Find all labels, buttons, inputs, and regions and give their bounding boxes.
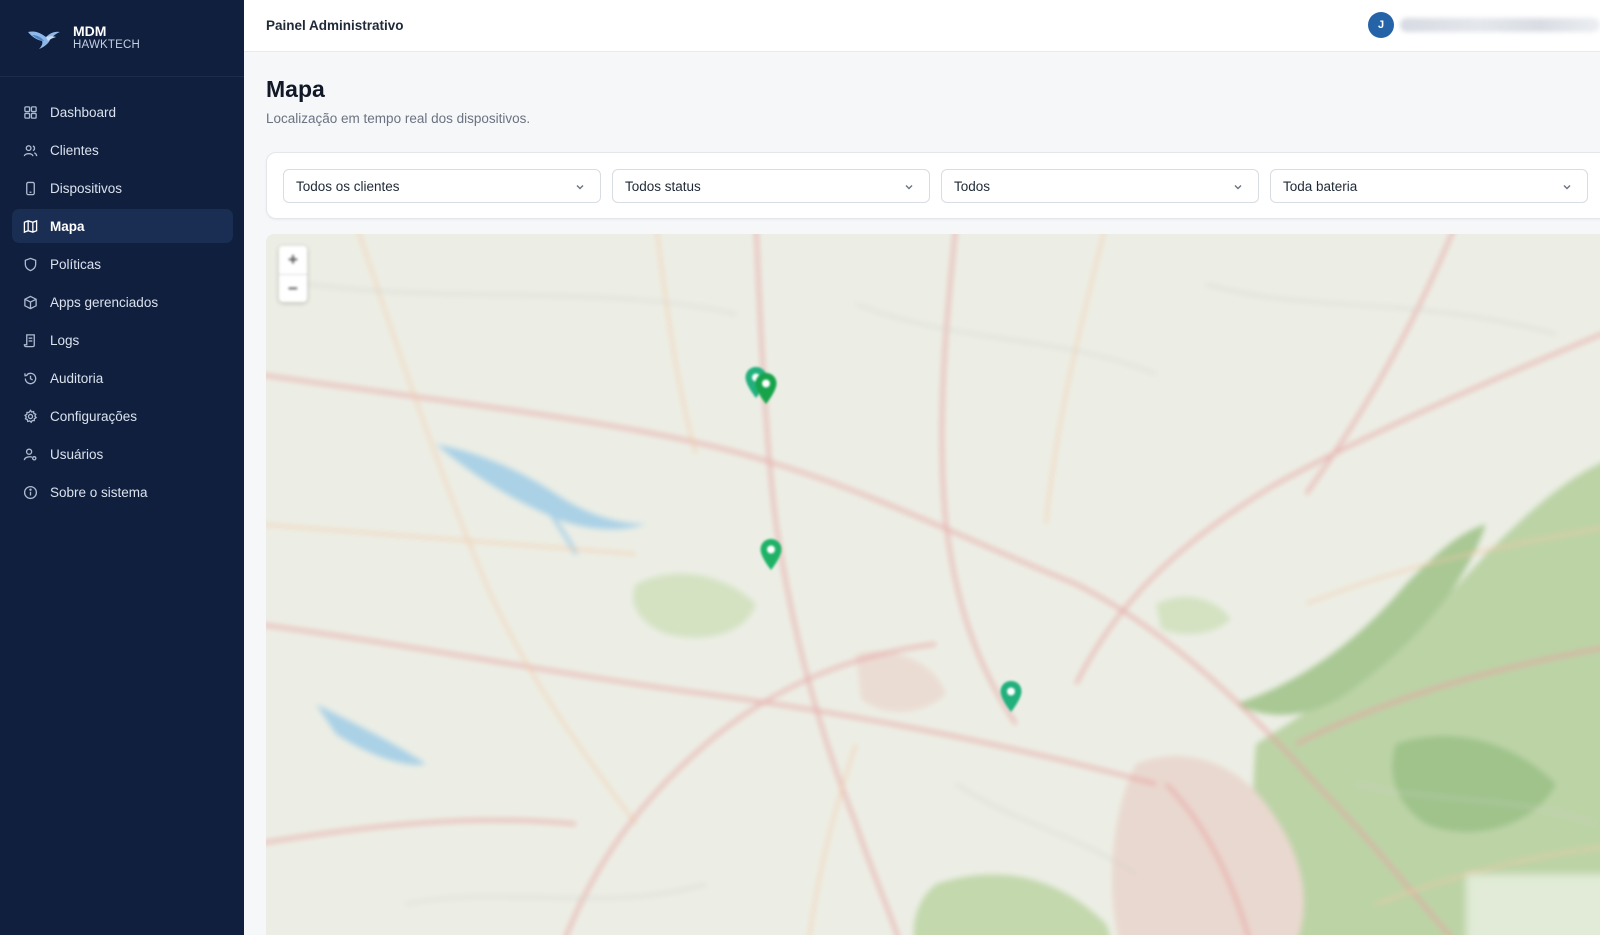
users-icon bbox=[23, 143, 38, 158]
sidebar-item-label: Usuários bbox=[50, 446, 104, 462]
device-marker-3[interactable] bbox=[759, 538, 783, 572]
sidebar-item-usuarios[interactable]: Usuários bbox=[12, 437, 233, 471]
scroll-icon bbox=[23, 333, 38, 348]
map-icon bbox=[23, 219, 38, 234]
sidebar-item-apps-gerenciados[interactable]: Apps gerenciados bbox=[12, 285, 233, 319]
shield-icon bbox=[23, 257, 38, 272]
brand[interactable]: MDM HAWKTECH bbox=[0, 0, 244, 77]
device-map[interactable]: + − bbox=[266, 234, 1600, 935]
type-filter-value: Todos bbox=[954, 178, 991, 194]
zoom-in-button[interactable]: + bbox=[279, 246, 307, 274]
brand-title: MDM bbox=[73, 23, 107, 40]
chevron-down-icon bbox=[1232, 181, 1244, 193]
info-icon bbox=[23, 485, 38, 500]
sidebar-nav: Dashboard Clientes Dispositivos Mapa Pol… bbox=[0, 77, 244, 509]
client-filter-value: Todos os clientes bbox=[296, 178, 400, 194]
sidebar-item-logs[interactable]: Logs bbox=[12, 323, 233, 357]
sidebar-item-label: Apps gerenciados bbox=[50, 294, 159, 310]
brand-subtitle: HAWKTECH bbox=[73, 39, 140, 52]
sidebar-item-label: Auditoria bbox=[50, 370, 104, 386]
sidebar-item-label: Mapa bbox=[50, 218, 85, 234]
user-menu[interactable]: J bbox=[1368, 12, 1600, 38]
sidebar-item-label: Sobre o sistema bbox=[50, 484, 148, 500]
sidebar-item-configuracoes[interactable]: Configurações bbox=[12, 399, 233, 433]
chevron-down-icon bbox=[903, 181, 915, 193]
gear-icon bbox=[23, 408, 38, 424]
sidebar-item-politicas[interactable]: Políticas bbox=[12, 247, 233, 281]
sidebar-item-clientes[interactable]: Clientes bbox=[12, 133, 233, 167]
map-attribution bbox=[1466, 874, 1600, 935]
top-bar: Painel Administrativo J bbox=[244, 0, 1600, 52]
sidebar-item-label: Políticas bbox=[50, 256, 102, 272]
user-cog-icon bbox=[23, 447, 38, 462]
avatar[interactable]: J bbox=[1368, 12, 1394, 38]
user-email-redacted bbox=[1400, 18, 1600, 32]
client-filter-select[interactable]: Todos os clientes bbox=[283, 169, 601, 203]
sidebar-item-label: Dispositivos bbox=[50, 180, 123, 196]
sidebar-item-label: Clientes bbox=[50, 142, 99, 158]
header-title: Painel Administrativo bbox=[266, 18, 404, 33]
sidebar-item-auditoria[interactable]: Auditoria bbox=[12, 361, 233, 395]
chevron-down-icon bbox=[1561, 181, 1573, 193]
sidebar-item-sobre[interactable]: Sobre o sistema bbox=[12, 475, 233, 509]
sidebar: MDM HAWKTECH Dashboard Clientes Disposit… bbox=[0, 0, 244, 935]
sidebar-item-dispositivos[interactable]: Dispositivos bbox=[12, 171, 233, 205]
device-marker-4[interactable] bbox=[999, 680, 1023, 714]
page-title: Mapa bbox=[266, 76, 325, 102]
chevron-down-icon bbox=[574, 181, 586, 193]
package-icon bbox=[23, 295, 38, 310]
zoom-control: + − bbox=[279, 246, 307, 302]
sidebar-item-label: Dashboard bbox=[50, 104, 117, 120]
filters-panel: Todos os clientes Todos status Todos Tod… bbox=[266, 152, 1600, 219]
smartphone-icon bbox=[23, 181, 38, 196]
map-tiles[interactable] bbox=[266, 234, 1600, 935]
sidebar-item-label: Logs bbox=[50, 332, 80, 348]
status-filter-select[interactable]: Todos status bbox=[612, 169, 930, 203]
device-marker-2[interactable] bbox=[754, 372, 778, 406]
page-subtitle: Localização em tempo real dos dispositiv… bbox=[266, 111, 531, 126]
history-icon bbox=[23, 371, 38, 386]
hawk-logo-icon bbox=[26, 22, 62, 54]
sidebar-item-dashboard[interactable]: Dashboard bbox=[12, 95, 233, 129]
status-filter-value: Todos status bbox=[625, 178, 701, 194]
battery-filter-select[interactable]: Toda bateria bbox=[1270, 169, 1588, 203]
zoom-out-button[interactable]: − bbox=[279, 274, 307, 302]
battery-filter-value: Toda bateria bbox=[1283, 178, 1358, 194]
type-filter-select[interactable]: Todos bbox=[941, 169, 1259, 203]
sidebar-item-label: Configurações bbox=[50, 408, 138, 424]
dashboard-grid-icon bbox=[23, 105, 38, 120]
sidebar-item-mapa[interactable]: Mapa bbox=[12, 209, 233, 243]
